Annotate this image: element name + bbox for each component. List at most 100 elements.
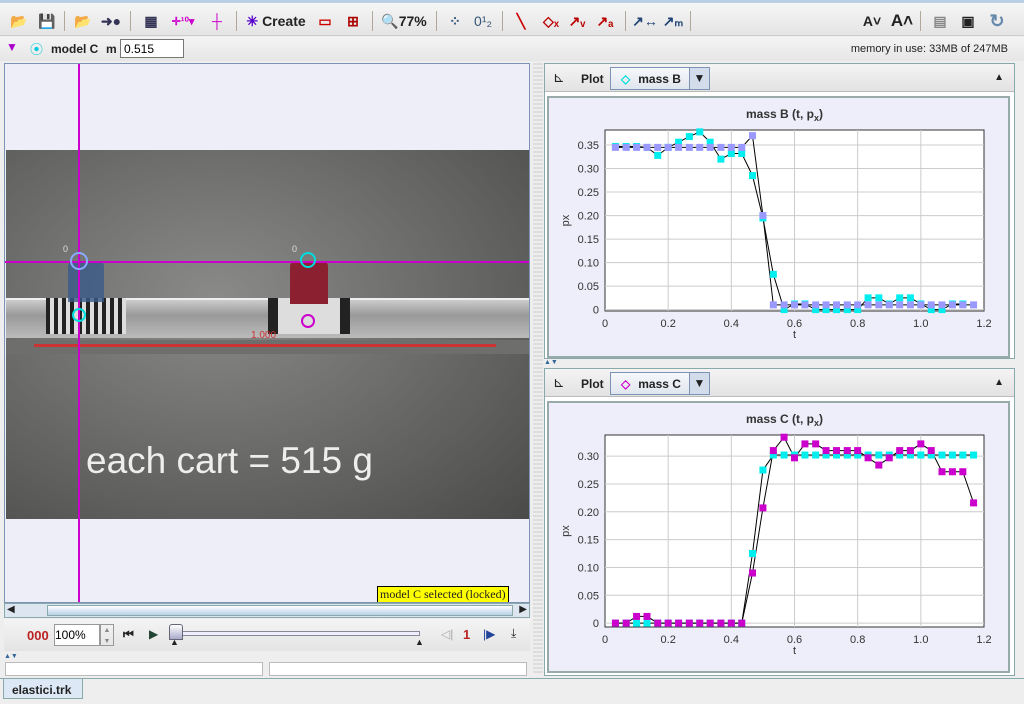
- play-icon[interactable]: ▶: [149, 627, 158, 641]
- track-control-icon[interactable]: ▭: [314, 9, 336, 33]
- scroll-left-icon[interactable]: ◀: [7, 604, 15, 615]
- chevron-down-icon[interactable]: ▼: [689, 373, 709, 394]
- data-point: [875, 294, 883, 302]
- scroll-right-icon[interactable]: ▶: [519, 604, 527, 615]
- data-point: [675, 619, 683, 627]
- chart-title: mass C (t, px): [746, 412, 823, 428]
- acceleration-icon[interactable]: ↗ₐ: [594, 9, 616, 33]
- data-point: [622, 619, 630, 627]
- data-point: [759, 504, 767, 512]
- data-point: [748, 569, 756, 577]
- path-icon[interactable]: ╲: [510, 9, 532, 33]
- labels-icon[interactable]: 0¹₂: [472, 9, 494, 33]
- track-menu-icon[interactable]: ▼: [6, 40, 18, 54]
- properties-icon[interactable]: ▣: [958, 9, 978, 33]
- data-point: [622, 143, 630, 151]
- step-back-icon[interactable]: ◁|: [441, 627, 453, 641]
- x-tick-label: 1.2: [976, 634, 991, 646]
- frame-slider[interactable]: [174, 631, 420, 636]
- data-point: [906, 294, 914, 302]
- loop-icon[interactable]: ⤓: [511, 626, 516, 641]
- data-point: [812, 301, 820, 309]
- center-of-mass-icon[interactable]: ↗ₘ: [662, 9, 684, 33]
- scroll-thumb[interactable]: [47, 605, 513, 616]
- data-point: [948, 468, 956, 476]
- plot-panel-mass-b: ⊾ Plot ◇ mass B ▼ ▲ mass B (t, px) 0 0.2 0.4…: [544, 63, 1015, 359]
- track-name[interactable]: model C: [51, 42, 98, 56]
- data-point: [948, 301, 956, 309]
- rate-field[interactable]: [54, 624, 100, 646]
- stretch-icon[interactable]: ↗↔: [632, 9, 658, 33]
- save-icon[interactable]: 💾: [36, 9, 58, 33]
- video-scrollbar[interactable]: ◀ ▶: [4, 603, 530, 618]
- y-tick-label: 0.10: [578, 258, 599, 270]
- collapse-icon[interactable]: ▲: [994, 377, 1004, 388]
- data-point: [843, 447, 851, 455]
- velocity-icon[interactable]: ↗ᵥ: [566, 9, 588, 33]
- x-tick-label: 0.8: [850, 634, 865, 646]
- create-track-icon: ✳: [246, 12, 259, 29]
- data-point: [717, 143, 725, 151]
- autotracker-icon[interactable]: ⊞: [342, 9, 364, 33]
- data-point: [633, 143, 641, 151]
- vertical-divider[interactable]: [533, 63, 543, 675]
- data-point: [654, 619, 662, 627]
- coordinate-axis-y[interactable]: [78, 64, 80, 602]
- split-divider[interactable]: ▲▼: [4, 653, 530, 660]
- x-tick-label: 0.4: [724, 634, 739, 646]
- step-forward-icon[interactable]: |▶: [483, 627, 495, 641]
- chart-mass-c[interactable]: mass C (t, px)0 0.2 0.4 0.6 0.8 1.0 1.200.050.…: [549, 403, 1008, 671]
- font-larger-icon[interactable]: A˄: [890, 9, 914, 33]
- data-point: [959, 468, 967, 476]
- mass-c-marker[interactable]: [301, 314, 315, 328]
- zoom-button[interactable]: 🔍 77%: [380, 9, 428, 33]
- plot-divider[interactable]: ▲▼: [544, 359, 1015, 366]
- data-point: [717, 155, 725, 163]
- tab-elastici[interactable]: elastici.trk: [3, 679, 83, 699]
- mass-field[interactable]: [120, 39, 184, 58]
- data-point: [685, 143, 693, 151]
- notes-icon[interactable]: ▤: [930, 9, 950, 33]
- frame-counter[interactable]: 000: [27, 628, 49, 643]
- open-icon[interactable]: 📂: [8, 9, 30, 33]
- mass-label: m: [106, 42, 117, 56]
- data-point: [738, 143, 746, 151]
- data-point: [917, 301, 925, 309]
- coordinate-axes-icon[interactable]: ✛¹⁰▾: [168, 9, 198, 33]
- plot-button[interactable]: Plot: [581, 72, 604, 86]
- create-track-button[interactable]: ✳ Create: [246, 9, 306, 33]
- step-size[interactable]: 1: [463, 627, 470, 642]
- data-point: [759, 212, 767, 220]
- data-point: [938, 468, 946, 476]
- end-marker[interactable]: ▲: [415, 637, 424, 647]
- model-b-marker[interactable]: [72, 308, 86, 322]
- collapse-icon[interactable]: ▲: [994, 72, 1004, 83]
- x-tick-label: 0.2: [661, 634, 676, 646]
- open-video-icon[interactable]: 📂: [72, 9, 94, 33]
- x-tick-label: 1.0: [913, 634, 928, 646]
- position-icon[interactable]: ◇ₓ: [540, 9, 562, 33]
- reset-icon[interactable]: ⏮: [123, 627, 134, 642]
- trails-icon[interactable]: ⁘: [444, 9, 466, 33]
- calibration-icon[interactable]: ┼: [206, 9, 228, 33]
- data-point: [885, 454, 893, 462]
- clip-settings-icon[interactable]: ▦: [140, 9, 162, 33]
- mass-b-marker[interactable]: [70, 252, 88, 270]
- data-point: [664, 143, 672, 151]
- track-selector[interactable]: ◇ mass B ▼: [610, 67, 710, 90]
- plot-button[interactable]: Plot: [581, 377, 604, 391]
- chevron-down-icon[interactable]: ▼: [689, 68, 709, 89]
- data-point: [896, 301, 904, 309]
- data-point: [948, 451, 956, 459]
- refresh-icon[interactable]: ↻: [986, 9, 1008, 33]
- import-icon[interactable]: ➜●: [100, 9, 122, 33]
- model-c-marker[interactable]: [300, 252, 316, 268]
- data-point: [801, 301, 809, 309]
- track-selector[interactable]: ◇ mass C ▼: [610, 372, 710, 395]
- data-point: [970, 301, 978, 309]
- rate-spinner[interactable]: ▲ ▼: [100, 624, 114, 646]
- chart-mass-b[interactable]: mass B (t, px)0 0.2 0.4 0.6 0.8 1.0 1.200.050.…: [549, 98, 1008, 356]
- x-tick-label: 0: [602, 634, 608, 646]
- video-panel[interactable]: 1.000 each cart = 515 g 0 0 model C sele…: [4, 63, 530, 603]
- font-smaller-icon[interactable]: A˅: [862, 9, 882, 33]
